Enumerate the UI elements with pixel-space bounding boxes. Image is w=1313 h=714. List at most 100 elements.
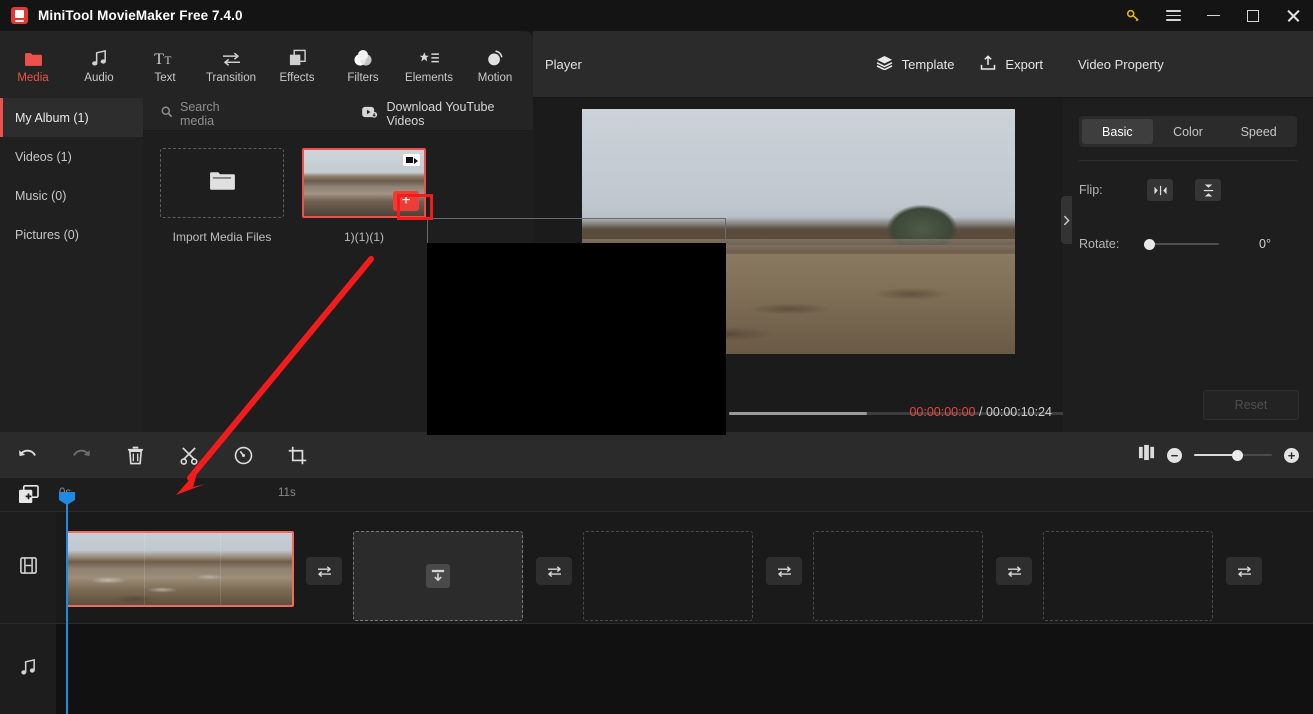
motion-circle-icon [486,46,505,67]
tab-basic[interactable]: Basic [1082,119,1153,144]
toolbar-label-elements: Elements [405,71,453,84]
flip-horizontal-icon[interactable] [1147,179,1173,201]
panel-title: Video Property [1078,56,1164,72]
add-media-icon[interactable] [18,484,39,504]
download-youtube-label: Download YouTube Videos [386,100,495,128]
toolbar-label-effects: Effects [279,71,315,84]
tab-speed[interactable]: Speed [1223,119,1294,144]
timeline-playhead[interactable] [66,492,68,714]
empty-slot-2[interactable] [583,531,753,621]
template-label: Template [901,56,955,72]
rotate-value: 0° [1259,237,1271,251]
reset-button[interactable]: Reset [1203,390,1299,420]
toolbar-item-motion[interactable]: Motion [462,31,528,98]
maximize-icon[interactable] [1233,0,1273,31]
toolbar-item-filters[interactable]: Filters [330,31,396,98]
search-input[interactable]: Search media [161,100,256,128]
music-note-icon [91,46,108,67]
rotate-slider[interactable] [1144,238,1219,250]
tab-color[interactable]: Color [1153,119,1224,144]
app-logo-icon [11,7,28,24]
app-title: MiniTool MovieMaker Free 7.4.0 [38,8,243,23]
transition-button-4[interactable] [996,557,1032,585]
elements-star-list-icon [419,46,440,67]
video-track-header [0,512,56,624]
audio-track-header [0,624,56,714]
crop-icon[interactable] [270,432,324,478]
empty-slot-3[interactable] [813,531,983,621]
speed-gauge-icon[interactable] [216,432,270,478]
video-property-header: Video Property [1063,31,1313,98]
hamburger-menu-icon[interactable] [1153,0,1193,31]
redo-arrow-icon[interactable] [54,432,108,478]
svg-text:T: T [154,51,164,67]
timeline-clip[interactable] [66,531,294,607]
import-media-tile[interactable] [160,148,284,218]
text-icon: TT [154,46,176,67]
empty-slot-4[interactable] [1043,531,1213,621]
flip-row: Flip: [1079,171,1297,209]
timeline-ruler[interactable]: 0s 11s [0,478,1313,512]
transition-button-2[interactable] [536,557,572,585]
toolbar-item-transition[interactable]: Transition [198,31,264,98]
sidebar-item-music[interactable]: Music (0) [0,176,143,215]
rotate-knob[interactable] [1144,238,1155,250]
toolbar-item-effects[interactable]: Effects [264,31,330,98]
export-button[interactable]: Export [980,54,1043,74]
scissors-icon[interactable] [162,432,216,478]
toolbar-label-motion: Motion [477,71,513,84]
zoom-in-button[interactable]: + [1284,447,1299,463]
close-icon[interactable] [1273,0,1313,31]
toolbar-item-media[interactable]: Media [0,31,66,98]
minimize-icon[interactable] [1193,0,1233,31]
effects-squares-icon [288,46,307,67]
sidebar-item-videos[interactable]: Videos (1) [0,137,143,176]
undo-arrow-icon[interactable] [0,432,54,478]
toolbar-label-media: Media [17,71,49,84]
zoom-knob[interactable] [1232,449,1243,461]
flip-vertical-icon[interactable] [1195,179,1221,201]
clip-thumbnail-detail [68,565,292,605]
split-view-icon[interactable] [1138,444,1155,466]
trash-icon[interactable] [108,432,162,478]
sidebar-label-my-album: My Album (1) [15,110,89,125]
import-media-label: Import Media Files [172,230,272,244]
toolbar-label-transition: Transition [205,71,257,84]
video-property-panel: Video Property Basic Color Speed Flip: R… [1063,31,1313,432]
panel-collapse-handle[interactable] [1061,196,1072,244]
flip-label: Flip: [1079,183,1103,197]
transition-button-3[interactable] [766,557,802,585]
tab-basic-label: Basic [1102,124,1133,139]
folder-icon [209,170,235,196]
youtube-download-icon [361,105,378,123]
transition-button-5[interactable] [1226,557,1262,585]
folder-icon [24,46,43,67]
sidebar-label-music: Music (0) [15,188,67,203]
toolbar-item-elements[interactable]: Elements [396,31,462,98]
transition-button-1[interactable] [306,557,342,585]
zoom-out-button[interactable]: − [1167,447,1182,463]
key-icon[interactable] [1113,0,1153,31]
timeline-zoom-controls: − + [1138,444,1299,466]
transition-arrows-icon [221,46,242,67]
download-youtube-button[interactable]: Download YouTube Videos [361,100,534,128]
toolbar-item-audio[interactable]: Audio [66,31,132,98]
sidebar-item-my-album[interactable]: My Album (1) [0,98,143,137]
template-button[interactable]: Template [876,55,955,73]
library-sidebar: My Album (1) Videos (1) Music (0) Pictur… [0,98,143,432]
search-icon [161,105,173,123]
rotate-row: Rotate: 0° [1079,225,1297,263]
drop-here-icon [426,564,450,588]
search-placeholder: Search media [180,100,220,128]
empty-slot-1[interactable] [353,531,523,621]
toolbar-item-text[interactable]: TT Text [132,31,198,98]
tab-color-label: Color [1173,124,1203,139]
audio-track[interactable] [56,624,1313,714]
timeline-zoom-slider[interactable] [1194,449,1272,461]
import-media-cell[interactable]: Import Media Files [160,148,284,244]
sidebar-item-pictures[interactable]: Pictures (0) [0,215,143,254]
total-time: 00:00:10:24 [985,405,1052,419]
layers-icon [876,55,893,73]
timecode: 00:00:00:00 / 00:00:10:24 [909,405,1052,419]
toolbar-label-audio: Audio [84,71,114,84]
